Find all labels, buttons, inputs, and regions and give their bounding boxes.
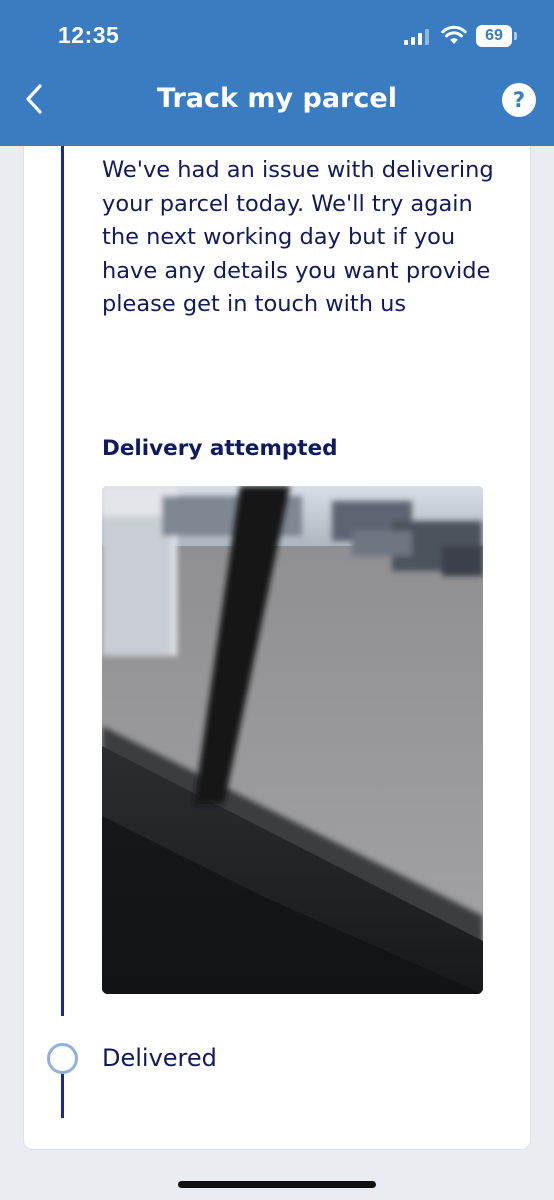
- timeline-line: [61, 1072, 64, 1118]
- app-header: 12:35 69 Track my parcel ?: [0, 0, 554, 146]
- battery-icon: 69: [476, 25, 518, 47]
- battery-level: 69: [485, 27, 503, 44]
- delivery-photo-image: [102, 486, 483, 994]
- wifi-icon: [441, 25, 467, 44]
- status-bar: 12:35 69: [0, 0, 554, 70]
- timeline-node: [47, 1043, 78, 1074]
- question-mark-icon: ?: [512, 88, 526, 112]
- help-button[interactable]: ?: [502, 83, 536, 117]
- delivery-issue-message: We've had an issue with delivering your …: [102, 157, 494, 318]
- timeline-line: [61, 146, 64, 1016]
- delivery-photo[interactable]: [102, 486, 483, 994]
- cellular-signal-icon: [404, 29, 429, 45]
- delivered-status-label: Delivered: [102, 1044, 217, 1072]
- status-time: 12:35: [58, 22, 120, 48]
- event-title: Delivery attempted: [102, 436, 338, 461]
- back-button[interactable]: [14, 78, 54, 120]
- home-indicator[interactable]: [178, 1181, 376, 1188]
- page-title: Track my parcel: [157, 83, 397, 114]
- chevron-left-icon: [26, 84, 42, 114]
